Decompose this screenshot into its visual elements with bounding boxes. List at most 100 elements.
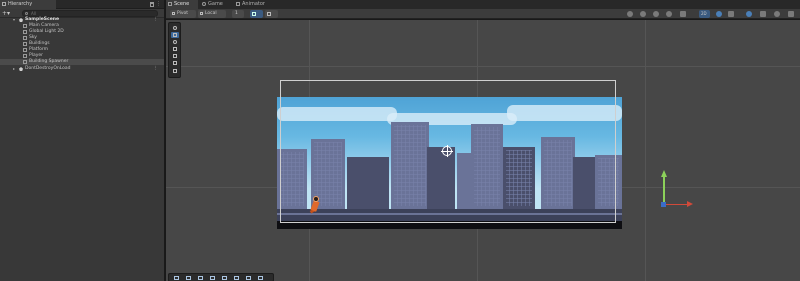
transform-gizmo[interactable] xyxy=(658,170,698,210)
tile-palette-toolbar xyxy=(168,273,274,281)
select-tile-tool[interactable] xyxy=(172,275,181,281)
custom-tool-icon xyxy=(173,69,177,73)
fill-icon xyxy=(246,276,251,280)
scene-menu-icon[interactable] xyxy=(788,11,794,17)
building-spawner-gizmo[interactable] xyxy=(441,145,453,157)
scene-tabbar: Scene Game Animator xyxy=(166,0,800,9)
animator-icon xyxy=(236,2,240,6)
gizmos-icon[interactable] xyxy=(774,11,780,17)
2d-mode-toggle[interactable]: 2D xyxy=(699,10,710,18)
scene-menu-icon[interactable]: ⋮ xyxy=(154,66,159,72)
grid-snap-icon xyxy=(252,12,256,16)
gameobject-icon xyxy=(23,42,27,46)
audio-toggle-icon[interactable] xyxy=(728,11,734,17)
local-dropdown[interactable]: Local xyxy=(198,10,226,18)
snap-value-label: 1 xyxy=(235,11,238,16)
tab-scene-label: Scene xyxy=(174,1,190,7)
add-object-button[interactable]: +▾ xyxy=(2,10,10,17)
local-icon xyxy=(200,12,203,15)
rect-tool[interactable] xyxy=(171,53,179,59)
gameobject-icon xyxy=(23,30,27,34)
grid-visibility-icon xyxy=(267,12,271,16)
scale-icon xyxy=(173,47,177,51)
hierarchy-tabbar: Hierarchy ⋮ xyxy=(0,0,164,9)
camera-icon[interactable] xyxy=(760,11,766,17)
gamepad-icon xyxy=(202,2,206,6)
box-fill-tool[interactable] xyxy=(208,275,217,281)
y-axis-arrow-icon[interactable] xyxy=(661,170,667,177)
view-tool[interactable] xyxy=(171,25,179,31)
brush-icon xyxy=(198,276,203,280)
effects-toggle-icon[interactable] xyxy=(680,11,686,17)
pivot-dropdown[interactable]: Pivot xyxy=(170,10,196,18)
rect-icon xyxy=(173,54,177,58)
search-placeholder: All xyxy=(31,11,36,16)
rotate-tool[interactable] xyxy=(171,39,179,45)
tab-game-label: Game xyxy=(208,1,223,7)
hierarchy-search-input[interactable]: All xyxy=(22,10,158,17)
scene-viewport[interactable] xyxy=(166,20,800,281)
gameobject-icon xyxy=(23,48,27,52)
y-axis-handle[interactable] xyxy=(663,176,665,205)
hierarchy-icon xyxy=(2,2,6,6)
scene-toolbar: Pivot Local 1 2D xyxy=(166,9,800,19)
transform-icon xyxy=(173,61,177,65)
picker-tool[interactable] xyxy=(220,275,229,281)
gizmo-center-handle[interactable] xyxy=(661,202,666,207)
palette-icon xyxy=(258,276,263,280)
visibility-icon[interactable] xyxy=(746,11,752,17)
gameobject-icon xyxy=(23,24,27,28)
hierarchy-tab-label: Hierarchy xyxy=(8,1,33,7)
search-icon xyxy=(25,12,28,15)
expand-arrow-icon[interactable]: ▸ xyxy=(13,66,15,72)
snap-value[interactable]: 1 xyxy=(232,10,244,18)
tab-animator-label: Animator xyxy=(242,1,265,7)
tab-scene[interactable]: Scene xyxy=(166,0,198,9)
scale-tool[interactable] xyxy=(171,46,179,52)
move-icon xyxy=(173,33,177,37)
2d-mode-label: 2D xyxy=(701,11,707,16)
x-axis-arrow-icon[interactable] xyxy=(687,201,693,207)
panel-menu-icon[interactable]: ⋮ xyxy=(156,0,161,9)
box-fill-icon xyxy=(210,276,215,280)
light-toggle-icon[interactable] xyxy=(716,11,722,17)
tab-hierarchy[interactable]: Hierarchy xyxy=(0,0,56,9)
gameobject-icon xyxy=(23,36,27,40)
dontdestroy-scene-row[interactable]: ▸ DontDestroyOnLoad ⋮ xyxy=(0,66,164,72)
grid-visibility-toggle[interactable] xyxy=(265,10,278,18)
picker-icon xyxy=(222,276,227,280)
grid-line xyxy=(166,66,800,67)
tile-menu[interactable] xyxy=(256,275,265,281)
x-axis-handle[interactable] xyxy=(664,204,688,205)
custom-tool[interactable] xyxy=(171,68,179,74)
overlay-icon[interactable] xyxy=(666,11,672,17)
render-mode-icon[interactable] xyxy=(640,11,646,17)
tool-palette xyxy=(168,22,181,78)
select-icon xyxy=(174,276,179,280)
lighting-toggle-icon[interactable] xyxy=(653,11,659,17)
transform-tool[interactable] xyxy=(171,60,179,66)
tab-animator[interactable]: Animator xyxy=(234,0,274,9)
hierarchy-panel: Hierarchy ⋮ +▾ All ▾ SampleScene ⋮ Main … xyxy=(0,0,165,281)
pivot-icon xyxy=(172,12,175,15)
fill-tool[interactable] xyxy=(244,275,253,281)
hand-icon xyxy=(173,26,177,30)
shading-mode-icon[interactable] xyxy=(627,11,633,17)
hierarchy-item-selected[interactable]: Building Spawner xyxy=(0,59,164,65)
move-tool[interactable] xyxy=(171,32,179,38)
lock-icon[interactable] xyxy=(150,2,154,7)
gameobject-icon xyxy=(23,54,27,58)
eraser-tool[interactable] xyxy=(232,275,241,281)
move-tile-tool[interactable] xyxy=(184,275,193,281)
dontdestroy-scene-name: DontDestroyOnLoad xyxy=(25,66,71,71)
local-label: Local xyxy=(205,11,217,16)
move-icon xyxy=(186,276,191,280)
grid-icon xyxy=(168,2,172,6)
unity-scene-icon xyxy=(19,18,23,22)
hierarchy-item-label: Building Spawner xyxy=(29,59,69,64)
tab-game[interactable]: Game xyxy=(200,0,230,9)
unity-scene-icon xyxy=(19,67,23,71)
grid-snap-toggle[interactable] xyxy=(250,10,263,18)
brush-tool[interactable] xyxy=(196,275,205,281)
player-sprite[interactable] xyxy=(309,196,321,216)
